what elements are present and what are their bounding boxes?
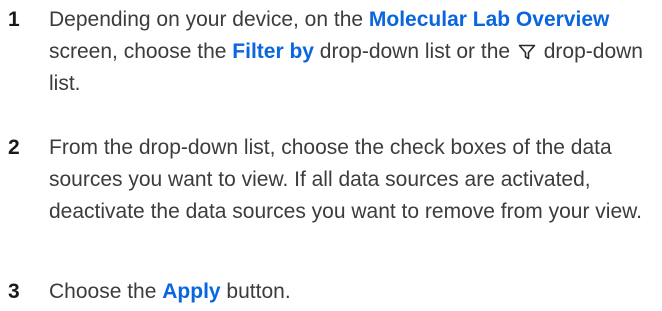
- step-text-segment: Choose the: [49, 280, 163, 303]
- filter-funnel-icon: [518, 44, 536, 60]
- ui-term-apply: Apply: [162, 280, 221, 303]
- ui-term-filter-by: Filter by: [232, 40, 314, 63]
- step-number: 1: [8, 8, 20, 31]
- step-text: From the drop-down list, choose the chec…: [49, 136, 642, 223]
- step-number: 2: [8, 136, 20, 159]
- step-text-segment: button.: [220, 280, 291, 303]
- ui-term-molecular-lab-overview: Molecular Lab Overview: [368, 8, 610, 31]
- step-text: Choose the Apply button.: [49, 276, 659, 308]
- step-number: 3: [8, 280, 20, 303]
- step-text-segment: drop-down list or the: [313, 40, 516, 63]
- step-text-segment: screen, choose the: [49, 40, 233, 63]
- step-text: Depending on your device, on the Molecul…: [49, 4, 659, 100]
- step-text-segment: Depending on your device, on the: [49, 8, 369, 31]
